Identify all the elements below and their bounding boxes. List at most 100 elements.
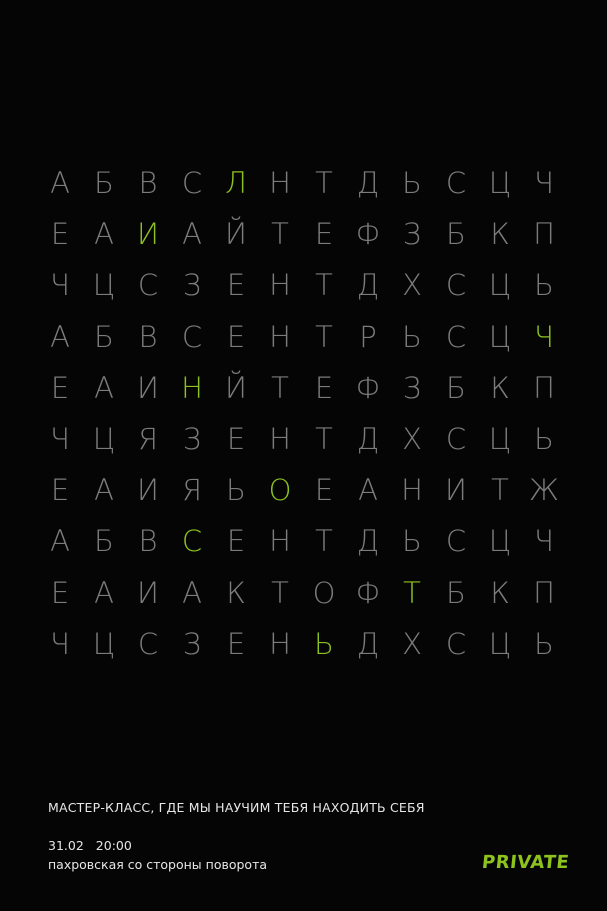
grid-letter: Й xyxy=(225,370,247,405)
grid-letter: Е xyxy=(50,370,70,405)
grid-letter: И xyxy=(137,370,159,405)
event-date: 31.02 xyxy=(48,838,84,853)
grid-letter: Ч xyxy=(50,422,70,457)
grid-letter: И xyxy=(137,473,159,508)
grid-letter: Т xyxy=(271,575,289,610)
grid-letter: З xyxy=(402,217,422,252)
grid-letter: Х xyxy=(402,422,422,457)
grid-letter: Н xyxy=(401,473,423,508)
grid-letter: А xyxy=(94,370,114,405)
grid-letter: З xyxy=(402,370,422,405)
grid-letter: Ц xyxy=(488,319,512,354)
grid-letter: С xyxy=(181,319,203,354)
grid-letter: Т xyxy=(315,166,333,201)
grid-letter: Т xyxy=(271,217,289,252)
grid-letter: Н xyxy=(269,166,291,201)
grid-letter: Ц xyxy=(92,422,116,457)
grid-letter: Ф xyxy=(355,370,381,405)
grid-letter: А xyxy=(94,217,114,252)
grid-letter: Й xyxy=(225,217,247,252)
grid-letter: И xyxy=(137,575,159,610)
grid-letter: Б xyxy=(446,575,466,610)
highlighted-letter: Ь xyxy=(314,626,334,661)
grid-letter: Ж xyxy=(528,473,560,508)
grid-letter: К xyxy=(226,575,246,610)
grid-letter: Ц xyxy=(488,166,512,201)
grid-letter: Д xyxy=(356,626,380,661)
grid-letter: С xyxy=(137,626,159,661)
grid-letter: Ц xyxy=(488,422,512,457)
grid-letter: Б xyxy=(94,524,114,559)
grid-letter: Т xyxy=(315,524,333,559)
grid-letter: В xyxy=(138,166,158,201)
grid-letter: Т xyxy=(315,422,333,457)
grid-letter: Е xyxy=(226,319,246,354)
highlighted-letter: Н xyxy=(181,370,203,405)
grid-letter: Ь xyxy=(534,422,554,457)
grid-letter: Б xyxy=(94,319,114,354)
grid-letter: Ц xyxy=(488,626,512,661)
grid-letter: Я xyxy=(137,422,159,457)
grid-letter: А xyxy=(94,473,114,508)
grid-letter: Б xyxy=(446,370,466,405)
grid-letter: Е xyxy=(50,473,70,508)
grid-letter: Н xyxy=(269,626,291,661)
grid-letter: Е xyxy=(226,524,246,559)
grid-letter: Х xyxy=(402,268,422,303)
grid-letter: С xyxy=(137,268,159,303)
grid-letter: Д xyxy=(356,422,380,457)
grid-letter: Р xyxy=(359,319,377,354)
highlighted-letter: Ч xyxy=(534,319,554,354)
grid-letter: Е xyxy=(226,626,246,661)
grid-letter: Б xyxy=(94,166,114,201)
grid-letter: Ф xyxy=(355,217,381,252)
private-logo: PRIVATE xyxy=(480,852,571,873)
grid-letter: Ь xyxy=(534,626,554,661)
grid-letter: Ч xyxy=(50,268,70,303)
event-address: пахровская со стороны поворота xyxy=(48,857,268,872)
grid-letter: Ч xyxy=(534,166,554,201)
grid-letter: С xyxy=(445,166,467,201)
grid-letter: Т xyxy=(315,268,333,303)
grid-letter: С xyxy=(181,166,203,201)
grid-letter: А xyxy=(182,217,202,252)
grid-letter: В xyxy=(138,524,158,559)
event-datetime: 31.02 20:00 xyxy=(48,838,132,853)
grid-letter: Е xyxy=(50,217,70,252)
grid-letter: З xyxy=(182,422,202,457)
grid-letter: С xyxy=(445,626,467,661)
grid-letter: С xyxy=(445,422,467,457)
grid-letter: Ч xyxy=(50,626,70,661)
event-title: МАСТЕР-КЛАСС, ГДЕ МЫ НАУЧИМ ТЕБЯ НАХОДИТ… xyxy=(48,800,425,815)
grid-letter: Е xyxy=(314,370,334,405)
grid-letter: П xyxy=(533,217,555,252)
grid-letter: К xyxy=(490,575,510,610)
grid-letter: Д xyxy=(356,524,380,559)
highlighted-letter: Л xyxy=(225,166,247,201)
grid-letter: Т xyxy=(491,473,509,508)
grid-letter: Ц xyxy=(92,626,116,661)
grid-letter: Ц xyxy=(488,524,512,559)
grid-letter: Ц xyxy=(92,268,116,303)
grid-letter: Т xyxy=(271,370,289,405)
grid-letter: П xyxy=(533,370,555,405)
grid-letter: А xyxy=(94,575,114,610)
event-time: 20:00 xyxy=(95,838,132,853)
grid-letter: Н xyxy=(269,268,291,303)
grid-letter: А xyxy=(50,524,70,559)
grid-letter: А xyxy=(182,575,202,610)
grid-letter: Ч xyxy=(534,524,554,559)
grid-letter: С xyxy=(445,319,467,354)
grid-letter: Т xyxy=(315,319,333,354)
highlighted-letter: Т xyxy=(403,575,421,610)
grid-letter: Н xyxy=(269,524,291,559)
grid-letter: К xyxy=(490,217,510,252)
grid-letter: К xyxy=(490,370,510,405)
grid-letter: Д xyxy=(356,268,380,303)
grid-letter: Е xyxy=(314,217,334,252)
highlighted-letter: И xyxy=(137,217,159,252)
grid-letter: Ь xyxy=(402,524,422,559)
grid-letter: З xyxy=(182,626,202,661)
grid-letter: Е xyxy=(226,268,246,303)
grid-letter: А xyxy=(358,473,378,508)
